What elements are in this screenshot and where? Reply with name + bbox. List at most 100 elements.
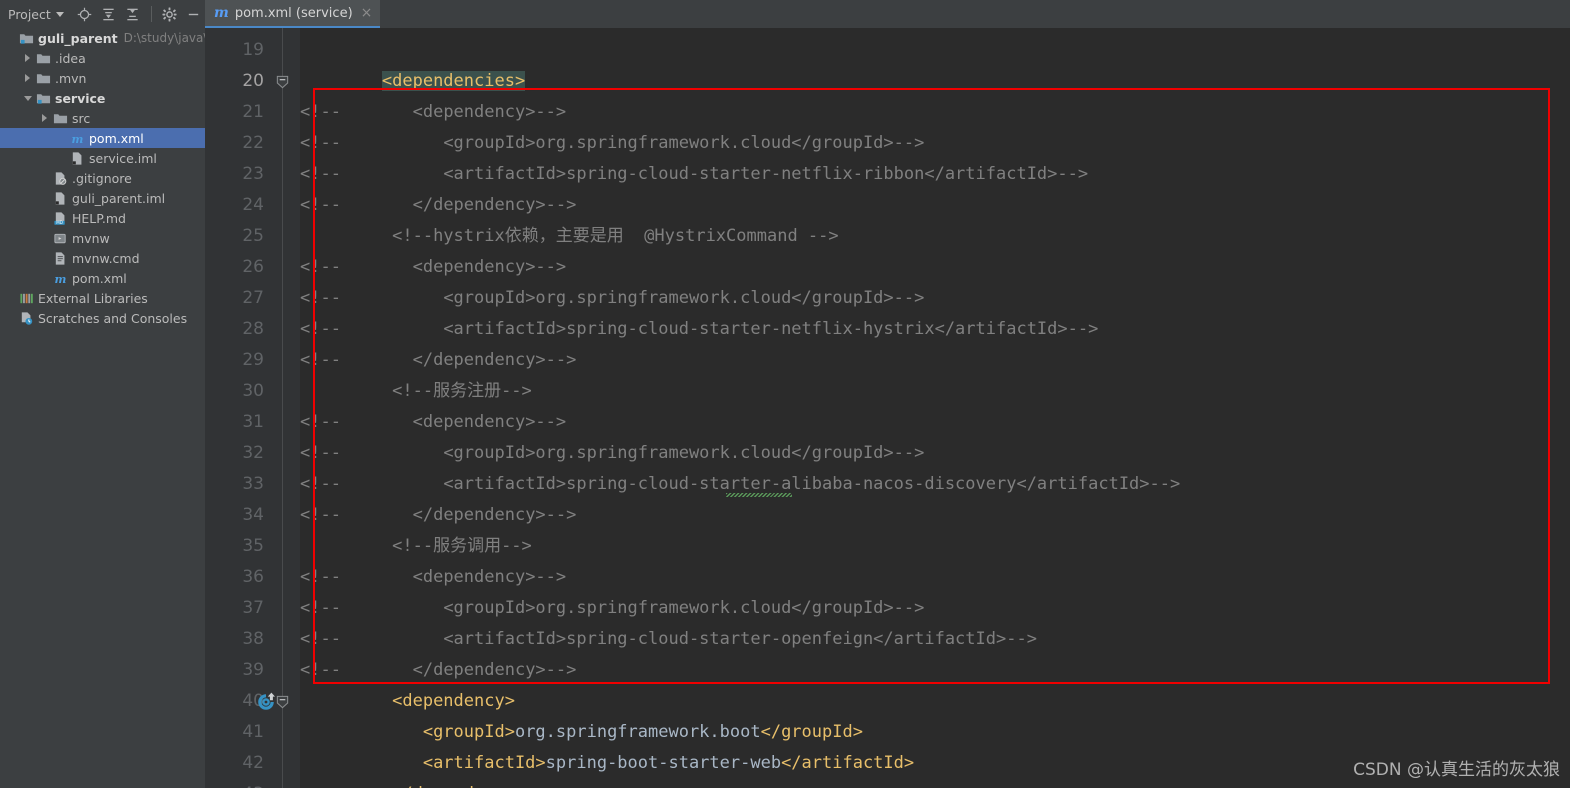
chevron-right-icon[interactable] <box>38 108 51 128</box>
tree-item-pom-xml[interactable]: m pom.xml <box>0 128 205 148</box>
chevron-down-icon[interactable] <box>21 88 34 108</box>
tree-arrow-spacer <box>55 128 68 148</box>
minimize-icon[interactable] <box>183 3 205 25</box>
line-number: 32 <box>242 443 264 463</box>
chevron-right-icon[interactable] <box>21 48 34 68</box>
code-line[interactable]: <groupId>org.springframework.boot</group… <box>300 717 863 748</box>
svg-text:m: m <box>54 271 66 285</box>
tree-arrow-spacer <box>4 288 17 308</box>
tree-item-label: .mvn <box>55 70 87 86</box>
tree-item-mvnw-cmd[interactable]: mvnw.cmd <box>0 248 205 268</box>
code-line[interactable]: <dependency> <box>300 686 515 717</box>
project-tree[interactable]: guli_parent D:\study\java\code .idea .mvn se… <box>0 28 205 788</box>
close-icon[interactable]: × <box>359 6 373 20</box>
collapse-all-icon[interactable] <box>122 3 144 25</box>
project-dropdown[interactable]: Project <box>4 3 68 25</box>
code-comment: </dependency>--> <box>412 350 577 370</box>
tree-item-label: guli_parent.iml <box>72 190 166 206</box>
tree-item-guli-parent-iml[interactable]: guli_parent.iml <box>0 188 205 208</box>
line-number: 41 <box>242 722 264 742</box>
tree-item-label: guli_parent <box>38 30 118 46</box>
line-number: 24 <box>242 195 264 215</box>
code-line[interactable]: <!-- <dependency>--> <box>300 562 566 593</box>
code-tag: </dependency> <box>392 784 525 788</box>
code-line[interactable]: <!-- <groupId>org.springframework.cloud<… <box>300 128 924 159</box>
tree-item-scratches-and-consoles[interactable]: Scratches and Consoles <box>0 308 205 328</box>
fold-collapse-icon[interactable] <box>275 695 290 710</box>
locate-icon[interactable] <box>74 3 96 25</box>
line-number: 34 <box>242 505 264 525</box>
chevron-right-icon[interactable] <box>21 68 34 88</box>
tree-item-src[interactable]: src <box>0 108 205 128</box>
tree-item-service[interactable]: service <box>0 88 205 108</box>
code-comment: <!--服务注册--> <box>392 381 532 401</box>
maven-reimport-icon[interactable] <box>255 691 277 713</box>
tree-item-label: mvnw.cmd <box>72 250 140 266</box>
line-number: 43 <box>205 779 264 788</box>
tree-item-mvnw[interactable]: mvnw <box>0 228 205 248</box>
code-line[interactable]: <!-- <artifactId>spring-cloud-starter-ne… <box>300 159 1088 190</box>
code-comment: <!-- <box>300 629 341 649</box>
iml-icon <box>68 148 86 168</box>
tree-item-service-iml[interactable]: service.iml <box>0 148 205 168</box>
tree-item-gitignore[interactable]: .gitignore <box>0 168 205 188</box>
code-line[interactable]: <!--服务调用--> <box>300 531 532 562</box>
code-line[interactable]: <!--服务注册--> <box>300 376 532 407</box>
code-comment: <!-- <box>300 598 341 618</box>
code-line[interactable]: <!-- <groupId>org.springframework.cloud<… <box>300 593 924 624</box>
code-line[interactable]: <!-- <artifactId>spring-cloud-starter-ne… <box>300 314 1098 345</box>
tree-arrow-spacer <box>55 148 68 168</box>
tree-item-pom-xml[interactable]: m pom.xml <box>0 268 205 288</box>
code-line[interactable]: <!-- </dependency>--> <box>300 345 576 376</box>
code-line[interactable]: <!-- <dependency>--> <box>300 252 566 283</box>
tab-pom-xml-service[interactable]: m pom.xml (service) × <box>205 0 381 28</box>
chevron-down-icon <box>55 11 64 17</box>
code-comment: <!-- <box>300 412 341 432</box>
tree-item-external-libraries[interactable]: External Libraries <box>0 288 205 308</box>
code-line[interactable]: <!--hystrix依赖，主要是用 @HystrixCommand --> <box>300 221 839 252</box>
fold-collapse-icon[interactable] <box>275 75 290 90</box>
code-line[interactable]: <!-- <groupId>org.springframework.cloud<… <box>300 283 924 314</box>
line-number: 19 <box>242 40 264 60</box>
code-line[interactable]: <!-- </dependency>--> <box>300 190 576 221</box>
code-line[interactable]: <!-- <dependency>--> <box>300 97 566 128</box>
code-line[interactable]: <!-- </dependency>--> <box>300 500 576 531</box>
tree-item-idea[interactable]: .idea <box>0 48 205 68</box>
line-number: 30 <box>242 381 264 401</box>
code-comment: <dependency>--> <box>412 567 567 587</box>
module-folder-icon <box>17 28 35 48</box>
tree-arrow-spacer <box>4 28 17 48</box>
gear-icon[interactable] <box>159 3 181 25</box>
expand-all-icon[interactable] <box>98 3 120 25</box>
code-comment: <!-- <box>300 257 341 277</box>
code-line[interactable]: <!-- </dependency>--> <box>300 655 576 686</box>
line-number: 37 <box>242 598 264 618</box>
tree-item-guli-parent[interactable]: guli_parent D:\study\java\code <box>0 28 205 48</box>
code-line[interactable]: <!-- <groupId>org.springframework.cloud<… <box>300 438 924 469</box>
code-tag: </groupId> <box>760 722 863 742</box>
editor-tabstrip: m pom.xml (service) × <box>205 0 1570 28</box>
code-line[interactable]: <dependencies> <box>300 66 526 97</box>
code-line[interactable]: <artifactId>spring-boot-starter-web</art… <box>300 748 914 779</box>
code-comment: <artifactId>spring-cloud-starter-netflix… <box>443 319 1099 339</box>
code-text-area[interactable]: <dependencies> <!-- <dependency>--> <!-- <… <box>300 28 1570 788</box>
code-comment: <!-- <box>300 164 341 184</box>
code-line[interactable]: <!-- <dependency>--> <box>300 407 566 438</box>
code-comment: <!-- <box>300 567 341 587</box>
code-line[interactable]: </dependency> <box>300 779 525 788</box>
code-line[interactable]: <!-- <artifactId>spring-cloud-starter-op… <box>300 624 1037 655</box>
tree-item-help-md[interactable]: MD HELP.md <box>0 208 205 228</box>
tree-item-mvn[interactable]: .mvn <box>0 68 205 88</box>
editor-gutter[interactable]: 19 20 21 22 23 24 25 26 27 28 29 30 31 32 33 34 35 36 37 38… <box>205 28 300 788</box>
code-editor[interactable]: 19 20 21 22 23 24 25 26 27 28 29 30 31 32 33 34 35 36 37 38… <box>205 28 1570 788</box>
